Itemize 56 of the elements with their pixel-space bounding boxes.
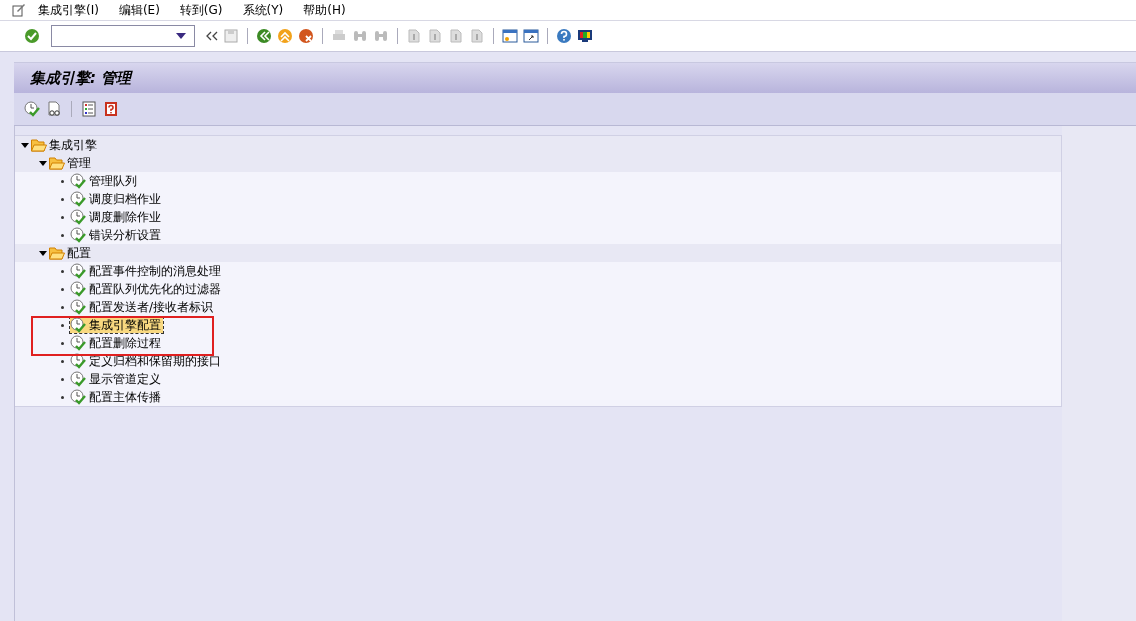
expanded-arrow-icon[interactable]: [39, 249, 47, 257]
menu-item[interactable]: 系统(Y): [242, 1, 284, 19]
tree-item[interactable]: 配置发送者/接收者标识: [70, 299, 216, 315]
bullet-icon: [61, 197, 64, 201]
tree-item[interactable]: 调度归档作业: [70, 191, 163, 207]
tree-item[interactable]: 错误分析设置: [70, 227, 163, 243]
folder-label[interactable]: 配置: [67, 244, 91, 262]
clock-check-icon[interactable]: [24, 101, 40, 117]
window-icon[interactable]: [523, 28, 539, 44]
bullet-icon: [61, 287, 64, 291]
folder-icon: [31, 138, 47, 152]
tree-item[interactable]: 配置主体传播: [70, 389, 163, 405]
list-icon[interactable]: [81, 101, 97, 117]
document-glasses-icon[interactable]: [46, 101, 62, 117]
menu-icon[interactable]: [12, 3, 26, 17]
collapse-icon[interactable]: [206, 31, 218, 41]
bullet-icon: [61, 305, 64, 309]
folder-icon: [49, 246, 65, 260]
bullet-icon: [61, 179, 64, 183]
menu-item[interactable]: 编辑(E): [118, 1, 160, 19]
menu-item[interactable]: 集成引擎(I): [38, 1, 99, 19]
cancel-icon[interactable]: [298, 28, 314, 44]
tree-item[interactable]: 配置删除过程: [70, 335, 163, 351]
monitor-icon[interactable]: [577, 28, 593, 44]
bullet-icon: [61, 269, 64, 273]
screen-title: 集成引擎: 管理: [30, 68, 132, 88]
bullet-icon: [61, 395, 64, 399]
expanded-arrow-icon[interactable]: [21, 141, 29, 149]
tree-item[interactable]: 管理队列: [70, 173, 139, 189]
check-icon[interactable]: [24, 28, 40, 44]
bullet-icon: [61, 323, 64, 327]
menu-item[interactable]: 转到(G): [179, 1, 223, 19]
tree-item[interactable]: 配置队列优先化的过滤器: [70, 281, 223, 297]
expanded-arrow-icon[interactable]: [39, 159, 47, 167]
bullet-icon: [61, 377, 64, 381]
window-icon[interactable]: [502, 28, 518, 44]
page-icon[interactable]: [406, 28, 422, 44]
folder-icon: [49, 156, 65, 170]
menu-item[interactable]: 帮助(H): [303, 1, 346, 19]
page-icon[interactable]: [469, 28, 485, 44]
folder-label[interactable]: 集成引擎: [49, 136, 97, 154]
tree-item[interactable]: 调度删除作业: [70, 209, 163, 225]
tree-item[interactable]: 配置事件控制的消息处理: [70, 263, 223, 279]
folder-label[interactable]: 管理: [67, 154, 91, 172]
help-icon[interactable]: [556, 28, 572, 44]
bullet-icon: [61, 215, 64, 219]
bullet-icon: [61, 233, 64, 237]
page-icon[interactable]: [448, 28, 464, 44]
page-icon[interactable]: [427, 28, 443, 44]
back-icon[interactable]: [256, 28, 272, 44]
dropdown-icon[interactable]: [176, 33, 186, 39]
command-field[interactable]: [51, 25, 195, 47]
help-book-icon[interactable]: [103, 101, 119, 117]
bullet-icon: [61, 341, 64, 345]
bullet-icon: [61, 359, 64, 363]
tree-item[interactable]: 显示管道定义: [70, 371, 163, 387]
